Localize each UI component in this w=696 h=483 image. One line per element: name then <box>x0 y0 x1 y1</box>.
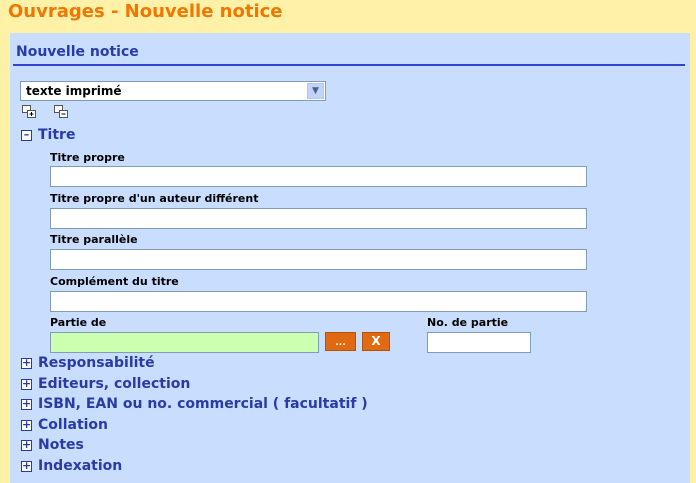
notice-panel: Nouvelle notice texte imprimé ▼ – Titre … <box>10 33 690 483</box>
titre-auteur-different-label: Titre propre d'un auteur différent <box>50 192 259 205</box>
section-editeurs-label: Editeurs, collection <box>38 376 191 392</box>
section-collation-label: Collation <box>38 417 109 433</box>
partie-de-input[interactable] <box>50 332 319 353</box>
expand-all-icon[interactable] <box>22 105 36 118</box>
page-title: Ouvrages - Nouvelle notice <box>8 1 283 22</box>
section-isbn-label: ISBN, EAN ou no. commercial ( facultatif… <box>38 396 368 412</box>
titre-propre-label: Titre propre <box>50 151 125 164</box>
chevron-down-icon[interactable]: ▼ <box>307 83 324 99</box>
plus-box-icon[interactable]: + <box>21 419 32 431</box>
titre-propre-input[interactable] <box>50 166 587 187</box>
minus-box-icon[interactable]: – <box>21 129 32 141</box>
panel-title: Nouvelle notice <box>16 44 139 60</box>
document-type-select[interactable]: texte imprimé ▼ <box>20 81 326 101</box>
plus-box-icon[interactable]: + <box>21 460 32 472</box>
titre-parallele-label: Titre parallèle <box>50 233 138 246</box>
plus-box-icon[interactable]: + <box>21 439 32 451</box>
plus-box-icon[interactable]: + <box>21 398 32 410</box>
document-type-value: texte imprimé <box>26 84 122 98</box>
partie-de-clear-button[interactable]: X <box>362 332 390 351</box>
titre-auteur-different-input[interactable] <box>50 208 587 229</box>
complement-titre-input[interactable] <box>50 291 587 312</box>
section-indexation-label: Indexation <box>38 458 123 474</box>
plus-box-icon[interactable]: + <box>21 378 32 390</box>
section-responsabilite-label: Responsabilité <box>38 355 155 371</box>
plus-box-icon[interactable]: + <box>21 357 32 369</box>
titre-parallele-input[interactable] <box>50 249 587 270</box>
section-titre-label: Titre <box>38 127 76 143</box>
complement-titre-label: Complément du titre <box>50 275 179 288</box>
section-notes-label: Notes <box>38 437 84 453</box>
no-partie-input[interactable] <box>427 332 531 353</box>
no-partie-label: No. de partie <box>427 316 509 329</box>
collapse-all-icon[interactable] <box>54 105 68 118</box>
panel-divider <box>13 64 685 66</box>
partie-de-label: Partie de <box>50 316 107 329</box>
partie-de-browse-button[interactable]: ... <box>325 332 356 351</box>
